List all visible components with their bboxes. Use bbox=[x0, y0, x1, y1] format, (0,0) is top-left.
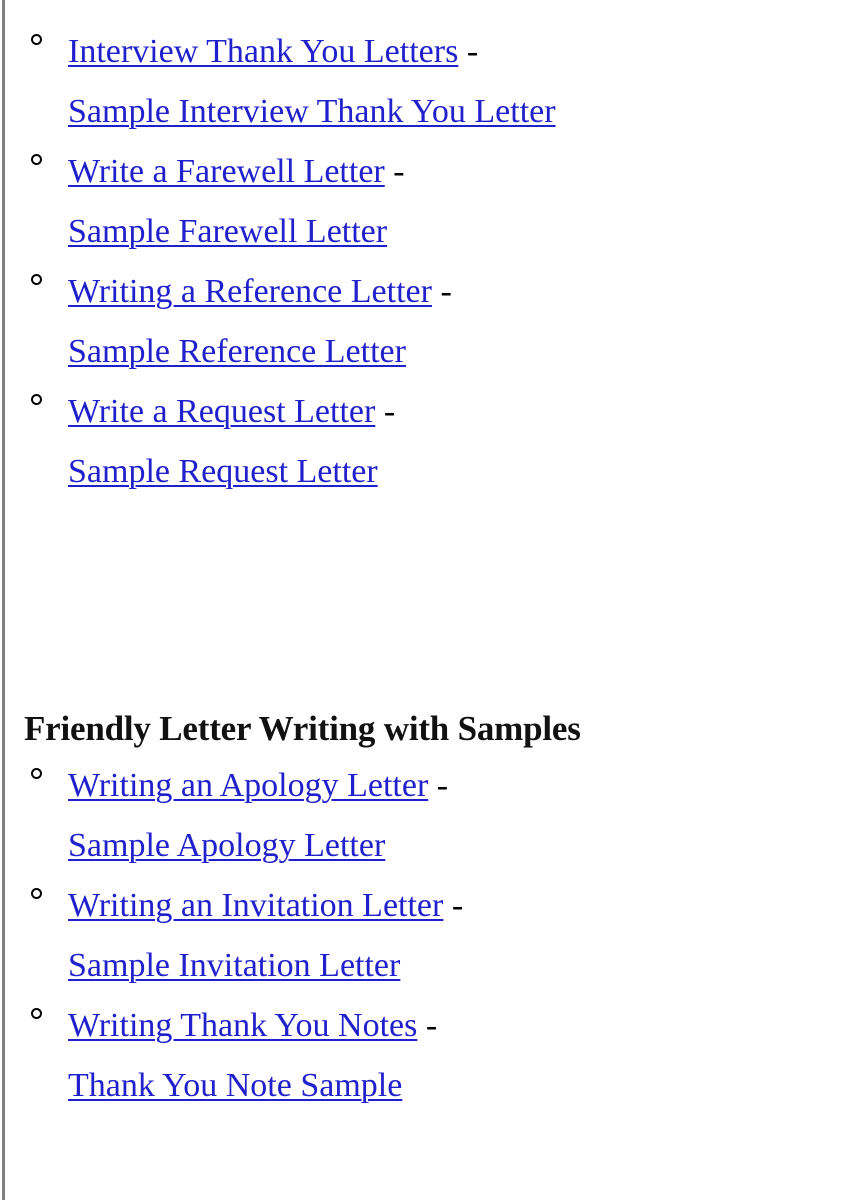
list-item-primary-line: Interview Thank You Letters - bbox=[68, 22, 856, 82]
list-item: Interview Thank You Letters - Sample Int… bbox=[0, 22, 856, 142]
list-item-sample-line: Thank You Note Sample bbox=[68, 1056, 856, 1116]
business-letter-list: Interview Thank You Letters - Sample Int… bbox=[0, 22, 856, 502]
letter-sample-link[interactable]: Sample Farewell Letter bbox=[68, 213, 387, 250]
letter-guide-link[interactable]: Write a Request Letter bbox=[68, 393, 375, 430]
list-item-primary-line: Write a Request Letter - bbox=[68, 382, 856, 442]
list-item: Writing Thank You Notes - Thank You Note… bbox=[0, 996, 856, 1116]
separator-dash: - bbox=[443, 887, 464, 924]
letter-guide-link[interactable]: Writing Thank You Notes bbox=[68, 1007, 417, 1044]
list-item: Write a Farewell Letter - Sample Farewel… bbox=[0, 142, 856, 262]
circle-bullet-icon bbox=[31, 274, 42, 285]
list-item-sample-line: Sample Farewell Letter bbox=[68, 202, 856, 262]
page-section-title: Friendly Letter Writing with Samples bbox=[24, 709, 581, 748]
list-item: Write a Request Letter - Sample Request … bbox=[0, 382, 856, 502]
separator-dash: - bbox=[431, 273, 452, 310]
separator-dash: - bbox=[375, 393, 396, 430]
list-item: Writing an Apology Letter - Sample Apolo… bbox=[0, 756, 856, 876]
list-item: Writing an Invitation Letter - Sample In… bbox=[0, 876, 856, 996]
circle-bullet-icon bbox=[31, 1008, 42, 1019]
circle-bullet-icon bbox=[31, 888, 42, 899]
list-item-primary-line: Writing an Apology Letter - bbox=[68, 756, 856, 816]
letter-sample-link[interactable]: Sample Interview Thank You Letter bbox=[68, 93, 556, 130]
list-item-primary-line: Writing an Invitation Letter - bbox=[68, 876, 856, 936]
list-item-primary-line: Writing Thank You Notes - bbox=[68, 996, 856, 1056]
letter-guide-link[interactable]: Writing a Reference Letter bbox=[68, 273, 432, 310]
letter-sample-link[interactable]: Sample Invitation Letter bbox=[68, 947, 400, 984]
letter-guide-link[interactable]: Write a Farewell Letter bbox=[68, 153, 385, 190]
list-item-primary-line: Writing a Reference Letter - bbox=[68, 262, 856, 322]
document-page: Interview Thank You Letters - Sample Int… bbox=[0, 0, 856, 1200]
separator-dash: - bbox=[384, 153, 405, 190]
letter-guide-link[interactable]: Interview Thank You Letters bbox=[68, 33, 458, 70]
list-item-sample-line: Sample Apology Letter bbox=[68, 816, 856, 876]
separator-dash: - bbox=[417, 1007, 438, 1044]
list-item-sample-line: Sample Request Letter bbox=[68, 442, 856, 502]
letter-sample-link[interactable]: Thank You Note Sample bbox=[68, 1067, 402, 1104]
circle-bullet-icon bbox=[31, 768, 42, 779]
list-item: Writing a Reference Letter - Sample Refe… bbox=[0, 262, 856, 382]
letter-sample-link[interactable]: Sample Apology Letter bbox=[68, 827, 385, 864]
circle-bullet-icon bbox=[31, 34, 42, 45]
friendly-letter-list: Writing an Apology Letter - Sample Apolo… bbox=[0, 756, 856, 1116]
letter-sample-link[interactable]: Sample Reference Letter bbox=[68, 333, 406, 370]
circle-bullet-icon bbox=[31, 154, 42, 165]
circle-bullet-icon bbox=[31, 394, 42, 405]
list-item-sample-line: Sample Invitation Letter bbox=[68, 936, 856, 996]
separator-dash: - bbox=[458, 33, 479, 70]
section-heading-block: Friendly Letter Writing with Samples bbox=[0, 702, 856, 756]
list-item-sample-line: Sample Reference Letter bbox=[68, 322, 856, 382]
list-item-sample-line: Sample Interview Thank You Letter bbox=[68, 82, 856, 142]
list-item-primary-line: Write a Farewell Letter - bbox=[68, 142, 856, 202]
letter-sample-link[interactable]: Sample Request Letter bbox=[68, 453, 378, 490]
separator-dash: - bbox=[428, 767, 449, 804]
letter-guide-link[interactable]: Writing an Apology Letter bbox=[68, 767, 428, 804]
letter-guide-link[interactable]: Writing an Invitation Letter bbox=[68, 887, 443, 924]
